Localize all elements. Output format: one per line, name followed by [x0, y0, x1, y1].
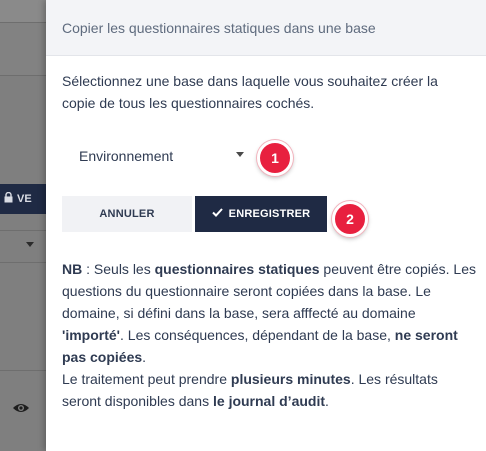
note-text: .	[142, 349, 147, 365]
save-button-label: ENREGISTRER	[228, 208, 311, 220]
note-nb: NB	[62, 261, 83, 277]
note-bold: 'importé'	[62, 327, 120, 343]
check-icon	[211, 208, 223, 220]
note-text: . Les conséquences, dépendant de la base…	[120, 327, 395, 343]
base-select-value: Environnement	[79, 148, 174, 164]
background-header	[0, 0, 46, 22]
lock-icon	[4, 191, 13, 206]
step-badge-2: 2	[332, 201, 368, 237]
background-divider	[0, 230, 46, 231]
note-text: Le traitement peut prendre	[62, 371, 231, 387]
eye-icon[interactable]	[12, 401, 30, 419]
background-button-label: VE	[17, 193, 32, 205]
note-text: .	[325, 393, 329, 409]
background-button[interactable]: VE	[0, 184, 46, 214]
caret-down-icon[interactable]	[26, 242, 34, 247]
save-button[interactable]: ENREGISTRER	[195, 196, 327, 232]
cancel-button-label: ANNULER	[99, 208, 155, 220]
dialog-header: Copier les questionnaires statiques dans…	[46, 0, 486, 56]
base-select[interactable]: Environnement	[62, 140, 252, 172]
note-bold: plusieurs minutes	[230, 371, 351, 387]
caret-down-icon[interactable]	[236, 152, 244, 157]
note-text: : Seuls les	[82, 261, 155, 277]
dialog-note: NB : Seuls les questionnaires statiques …	[62, 258, 477, 412]
step-badge-1: 1	[257, 140, 293, 176]
note-bold: le journal d’audit	[213, 393, 326, 409]
background-divider	[0, 262, 46, 263]
note-bold: questionnaires statiques	[154, 261, 320, 277]
cancel-button[interactable]: ANNULER	[62, 196, 192, 232]
dialog-title: Copier les questionnaires statiques dans…	[62, 19, 376, 36]
background-divider	[0, 370, 46, 371]
dialog-intro: Sélectionnez une base dans laquelle vous…	[62, 73, 438, 111]
background-divider	[0, 75, 46, 76]
copy-dialog: Copier les questionnaires statiques dans…	[46, 0, 486, 451]
background-toolbar	[0, 23, 46, 75]
